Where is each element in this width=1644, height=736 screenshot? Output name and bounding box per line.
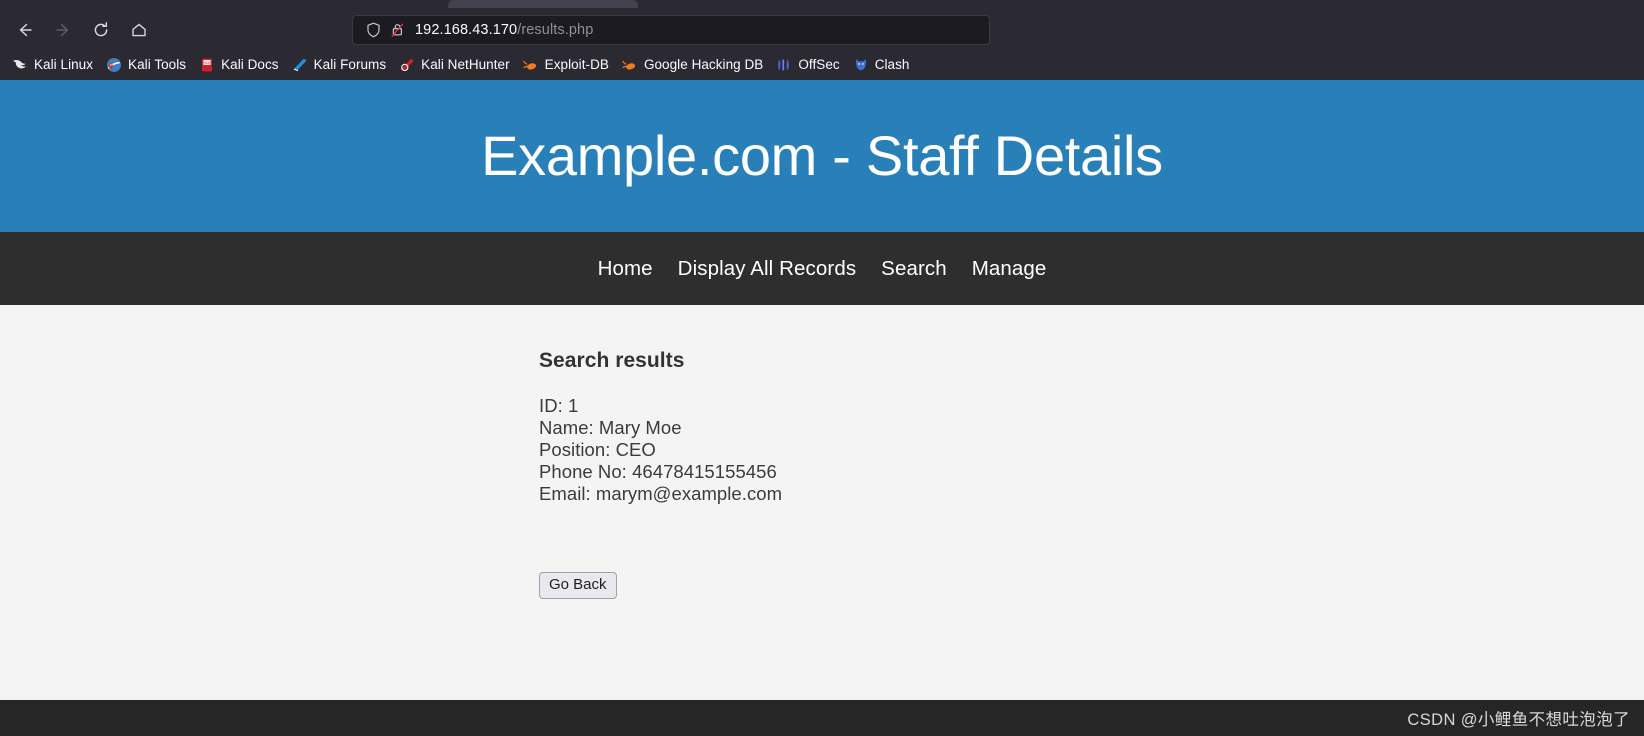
page-title: Example.com - Staff Details [481, 124, 1163, 187]
tab-strip [0, 0, 1644, 8]
bookmark-label: Kali NetHunter [421, 57, 510, 72]
result-field-email: Email: marym@example.com [539, 483, 783, 504]
result-field-phone: Phone No: 46478415155456 [539, 461, 777, 482]
back-arrow-icon [16, 21, 34, 39]
address-path: /results.php [517, 22, 594, 38]
bookmark-google-hacking-db[interactable]: Google Hacking DB [616, 54, 769, 76]
browser-navigation-bar: 192.168.43.170/results.php [0, 8, 1644, 52]
bookmark-kali-docs[interactable]: <> Kali Docs [193, 54, 284, 76]
google-hacking-db-flame-icon [622, 57, 638, 73]
bookmark-kali-tools[interactable]: Kali Tools [100, 54, 192, 76]
bookmark-kali-nethunter[interactable]: Kali NetHunter [393, 54, 516, 76]
bookmark-kali-linux[interactable]: Kali Linux [6, 54, 99, 76]
bookmark-label: Kali Forums [313, 57, 387, 72]
footer-bar: CSDN @小鲤鱼不想吐泡泡了 [0, 700, 1644, 736]
bookmarks-bar: Kali Linux Kali Tools <> Kali Docs Kali … [0, 52, 1644, 80]
offsec-icon [776, 57, 792, 73]
bookmark-kali-forums[interactable]: Kali Forums [286, 54, 393, 76]
bookmark-label: Google Hacking DB [643, 57, 764, 72]
kali-docs-book-icon: <> [199, 57, 215, 73]
nav-item-search[interactable]: Search [881, 257, 947, 281]
home-icon [130, 21, 148, 39]
watermark-text: CSDN @小鲤鱼不想吐泡泡了 [1407, 711, 1630, 729]
address-bar[interactable]: 192.168.43.170/results.php [352, 15, 990, 45]
main-content: Search results ID: 1 Name: Mary Moe Posi… [0, 305, 1644, 736]
shield-icon[interactable] [363, 21, 383, 39]
bookmark-label: Kali Docs [221, 57, 279, 72]
bookmark-label: OffSec [798, 57, 840, 72]
bookmark-offsec[interactable]: OffSec [770, 54, 845, 76]
bookmark-label: Kali Linux [34, 57, 94, 72]
lock-crossed-icon[interactable] [387, 21, 407, 39]
exploit-db-flame-icon [522, 57, 539, 73]
forward-button[interactable] [46, 13, 80, 47]
kali-forums-icon [292, 57, 308, 73]
nav-item-display-all-records[interactable]: Display All Records [678, 257, 857, 281]
result-field-position: Position: CEO [539, 439, 656, 460]
result-field-id: ID: 1 [539, 395, 579, 416]
kali-tools-icon [106, 57, 122, 73]
site-navigation: Home Display All Records Search Manage [0, 232, 1644, 305]
address-bar-text: 192.168.43.170/results.php [415, 22, 593, 38]
browser-chrome: 192.168.43.170/results.php Kali Linux Ka [0, 0, 1644, 80]
nav-item-home[interactable]: Home [598, 257, 653, 281]
bookmark-clash[interactable]: Clash [847, 54, 916, 76]
forward-arrow-icon [54, 21, 72, 39]
address-host: 192.168.43.170 [415, 22, 518, 38]
bookmark-label: Exploit-DB [544, 57, 609, 72]
bookmark-label: Kali Tools [128, 57, 187, 72]
reload-button[interactable] [84, 13, 118, 47]
home-button[interactable] [122, 13, 156, 47]
nav-item-manage[interactable]: Manage [972, 257, 1047, 281]
bookmark-exploit-db[interactable]: Exploit-DB [517, 54, 615, 76]
go-back-button[interactable]: Go Back [539, 572, 617, 599]
kali-dragon-icon [12, 57, 28, 73]
site-header-banner: Example.com - Staff Details [0, 80, 1644, 232]
result-field-name: Name: Mary Moe [539, 417, 682, 438]
svg-text:<>: <> [204, 60, 210, 66]
reload-icon [92, 21, 110, 39]
bookmark-label: Clash [874, 57, 910, 72]
back-button[interactable] [8, 13, 42, 47]
kali-nethunter-icon [399, 57, 415, 73]
browser-tab[interactable] [448, 0, 638, 8]
search-results-heading: Search results [539, 349, 685, 372]
clash-cat-icon [853, 57, 869, 73]
web-page: Example.com - Staff Details Home Display… [0, 80, 1644, 736]
